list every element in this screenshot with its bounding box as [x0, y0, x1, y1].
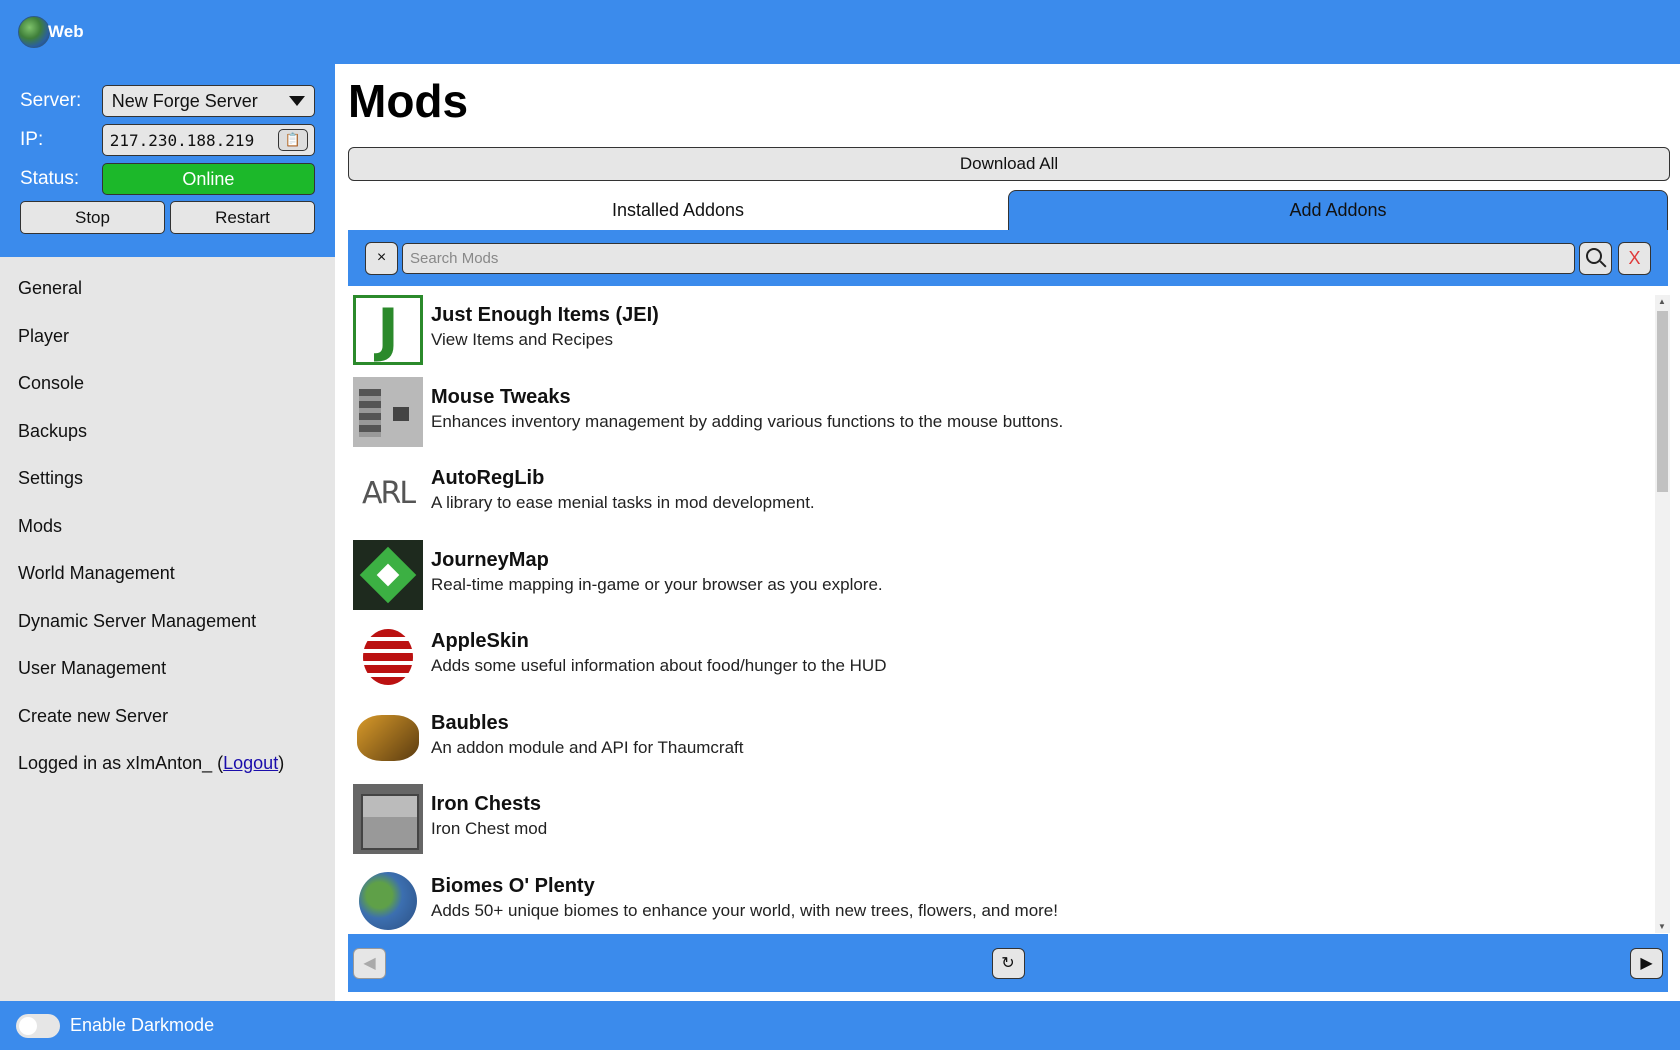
app-title: Web [48, 22, 84, 41]
status-badge: Online [101, 163, 315, 195]
mod-description: Real-time mapping in-game or your browse… [431, 574, 883, 594]
mod-description: An addon module and API for Thaumcraft [431, 737, 744, 757]
sidebar-item-backups[interactable]: Backups [0, 408, 335, 456]
status-label: Status: [20, 168, 80, 189]
server-select[interactable]: New Forge Server [101, 85, 315, 117]
scroll-down-icon[interactable]: ▼ [1658, 922, 1666, 931]
prev-page-button[interactable]: ◀ [353, 947, 386, 979]
darkmode-toggle[interactable] [16, 1013, 60, 1038]
mod-description: View Items and Recipes [431, 330, 614, 349]
mod-name: AppleSkin [431, 630, 529, 652]
mod-description: A library to ease menial tasks in mod de… [431, 493, 815, 512]
mod-list: J Just Enough Items (JEI) View Items and… [348, 295, 1668, 933]
refresh-button[interactable]: ↻ [991, 947, 1025, 979]
mod-description: Adds some useful information about food/… [431, 656, 887, 675]
darkmode-label: Enable Darkmode [70, 1015, 215, 1035]
list-item[interactable]: AppleSkin Adds some useful information a… [348, 621, 1668, 703]
top-bar: Web [0, 0, 1680, 64]
logged-in-text: Logged in as xImAnton_ ( [18, 753, 224, 774]
journeymap-icon [353, 539, 423, 610]
logged-in-suffix: ) [278, 753, 285, 774]
stop-button[interactable]: Stop [20, 201, 165, 234]
scroll-thumb[interactable] [1657, 311, 1668, 492]
logged-in-info: Logged in as xImAnton_ (Logout) [0, 740, 335, 788]
sidebar-item-settings[interactable]: Settings [0, 455, 335, 503]
restart-button[interactable]: Restart [170, 201, 315, 234]
list-item[interactable]: Iron Chests Iron Chest mod [348, 784, 1668, 866]
tab-installed-addons[interactable]: Installed Addons [348, 190, 1008, 230]
mod-description: Enhances inventory management by adding … [431, 411, 1064, 431]
sidebar-item-general[interactable]: General [0, 265, 335, 313]
copy-clipboard-icon[interactable]: 📋 [278, 129, 308, 151]
list-item[interactable]: Biomes O' Plenty Adds 50+ unique biomes … [348, 865, 1668, 933]
globe-logo-icon [18, 16, 50, 48]
sidebar-item-create-new-server[interactable]: Create new Server [0, 693, 335, 741]
mod-name: Baubles [431, 711, 509, 734]
jei-icon: J [353, 295, 423, 365]
download-all-button[interactable]: Download All [348, 147, 1670, 181]
sidebar-item-player[interactable]: Player [0, 313, 335, 361]
footer-bar: Enable Darkmode [0, 1001, 1680, 1050]
list-item[interactable]: J Just Enough Items (JEI) View Items and… [348, 295, 1668, 377]
sidebar-item-console[interactable]: Console [0, 360, 335, 408]
sidebar-item-world-management[interactable]: World Management [0, 550, 335, 598]
list-item[interactable]: Mouse Tweaks Enhances inventory manageme… [348, 376, 1668, 459]
server-panel: Server: New Forge Server IP: 217.230.188… [0, 64, 335, 257]
biomes-o-plenty-icon [353, 865, 423, 933]
mod-name: JourneyMap [431, 548, 549, 571]
tab-add-addons[interactable]: Add Addons [1008, 190, 1668, 230]
sidebar: Server: New Forge Server IP: 217.230.188… [0, 64, 335, 1001]
search-button[interactable] [1579, 241, 1612, 275]
ip-value: 217.230.188.219 [109, 130, 255, 150]
autoreglib-icon: ARL [353, 458, 423, 528]
search-input[interactable] [402, 242, 1575, 274]
server-label: Server: [20, 90, 82, 111]
addon-tabs: Installed Addons Add Addons [348, 190, 1668, 230]
main-content: Mods Download All Installed Addons Add A… [335, 64, 1680, 1001]
appleskin-icon [353, 621, 423, 691]
logout-link[interactable]: Logout [223, 753, 278, 774]
sidebar-nav: General Player Console Backups Settings … [0, 257, 335, 788]
mod-name: Mouse Tweaks [431, 385, 571, 408]
mod-name: Just Enough Items (JEI) [431, 304, 659, 326]
server-select-value: New Forge Server [111, 90, 258, 111]
next-page-button[interactable]: ▶ [1630, 947, 1663, 979]
list-item[interactable]: Baubles An addon module and API for Thau… [348, 702, 1668, 785]
sidebar-item-user-management[interactable]: User Management [0, 645, 335, 693]
mod-name: AutoRegLib [431, 467, 545, 489]
ip-field[interactable]: 217.230.188.219 📋 [101, 124, 315, 156]
clear-search-button[interactable]: × [365, 241, 398, 275]
scrollbar[interactable]: ▲ ▼ [1655, 295, 1670, 933]
sidebar-item-dynamic-server-management[interactable]: Dynamic Server Management [0, 598, 335, 646]
mod-description: Adds 50+ unique biomes to enhance your w… [431, 900, 1058, 920]
search-bar: × X [348, 230, 1668, 286]
search-icon [1585, 248, 1602, 264]
iron-chests-icon [353, 784, 423, 854]
cancel-search-button[interactable]: X [1618, 241, 1651, 275]
mod-name: Iron Chests [431, 793, 542, 815]
mod-description: Iron Chest mod [431, 819, 548, 838]
list-item[interactable]: ARL AutoRegLib A library to ease menial … [348, 458, 1668, 540]
chevron-down-icon [289, 96, 305, 106]
ip-label: IP: [20, 129, 44, 150]
sidebar-item-mods[interactable]: Mods [0, 503, 335, 551]
mod-name: Biomes O' Plenty [431, 874, 595, 897]
baubles-icon [353, 702, 423, 773]
scroll-up-icon[interactable]: ▲ [1658, 297, 1666, 306]
mouse-tweaks-icon [353, 376, 423, 447]
pagination-bar: ◀ ↻ ▶ [348, 934, 1668, 992]
list-item[interactable]: JourneyMap Real-time mapping in-game or … [348, 539, 1668, 622]
page-title: Mods [348, 75, 469, 127]
